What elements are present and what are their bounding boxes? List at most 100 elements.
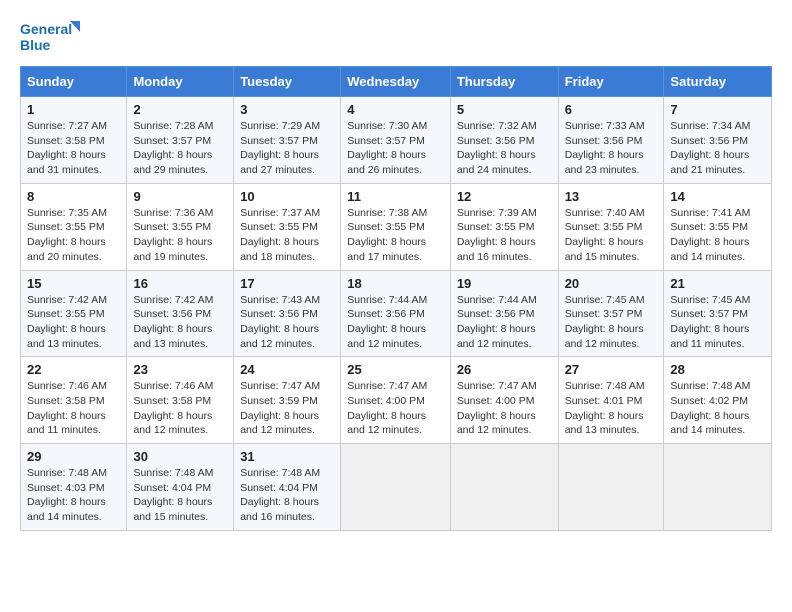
calendar-cell: 27 Sunrise: 7:48 AMSunset: 4:01 PMDayligh… bbox=[558, 357, 664, 444]
calendar-cell: 21 Sunrise: 7:45 AMSunset: 3:57 PMDayligh… bbox=[664, 270, 772, 357]
calendar-cell: 11 Sunrise: 7:38 AMSunset: 3:55 PMDayligh… bbox=[341, 183, 451, 270]
cell-content: Sunrise: 7:30 AMSunset: 3:57 PMDaylight:… bbox=[347, 119, 444, 178]
day-number: 5 bbox=[457, 102, 552, 117]
day-of-week-header: Tuesday bbox=[234, 67, 341, 97]
page-header: General Blue bbox=[20, 16, 772, 60]
cell-content: Sunrise: 7:46 AMSunset: 3:58 PMDaylight:… bbox=[27, 379, 120, 438]
cell-content: Sunrise: 7:42 AMSunset: 3:55 PMDaylight:… bbox=[27, 293, 120, 352]
day-number: 14 bbox=[670, 189, 765, 204]
day-number: 15 bbox=[27, 276, 120, 291]
calendar-cell: 23 Sunrise: 7:46 AMSunset: 3:58 PMDayligh… bbox=[127, 357, 234, 444]
cell-content: Sunrise: 7:29 AMSunset: 3:57 PMDaylight:… bbox=[240, 119, 334, 178]
calendar-cell: 8 Sunrise: 7:35 AMSunset: 3:55 PMDaylight… bbox=[21, 183, 127, 270]
cell-content: Sunrise: 7:47 AMSunset: 3:59 PMDaylight:… bbox=[240, 379, 334, 438]
cell-content: Sunrise: 7:48 AMSunset: 4:02 PMDaylight:… bbox=[670, 379, 765, 438]
calendar-week-row: 29Sunrise: 7:48 AMSunset: 4:03 PMDayligh… bbox=[21, 444, 772, 531]
day-number: 13 bbox=[565, 189, 658, 204]
cell-content: Sunrise: 7:33 AMSunset: 3:56 PMDaylight:… bbox=[565, 119, 658, 178]
calendar-cell: 12 Sunrise: 7:39 AMSunset: 3:55 PMDayligh… bbox=[450, 183, 558, 270]
cell-content: Sunrise: 7:37 AMSunset: 3:55 PMDaylight:… bbox=[240, 206, 334, 265]
calendar-cell: 6 Sunrise: 7:33 AMSunset: 3:56 PMDaylight… bbox=[558, 97, 664, 184]
day-of-week-header: Friday bbox=[558, 67, 664, 97]
cell-content: Sunrise: 7:28 AMSunset: 3:57 PMDaylight:… bbox=[133, 119, 227, 178]
calendar-cell: 19 Sunrise: 7:44 AMSunset: 3:56 PMDayligh… bbox=[450, 270, 558, 357]
day-number: 8 bbox=[27, 189, 120, 204]
day-number: 9 bbox=[133, 189, 227, 204]
calendar-cell bbox=[341, 444, 451, 531]
calendar-cell: 29Sunrise: 7:48 AMSunset: 4:03 PMDayligh… bbox=[21, 444, 127, 531]
day-of-week-header: Wednesday bbox=[341, 67, 451, 97]
day-number: 17 bbox=[240, 276, 334, 291]
calendar-cell: 7Sunrise: 7:34 AMSunset: 3:56 PMDaylight… bbox=[664, 97, 772, 184]
day-of-week-header: Monday bbox=[127, 67, 234, 97]
day-number: 22 bbox=[27, 362, 120, 377]
day-number: 11 bbox=[347, 189, 444, 204]
calendar-cell: 3 Sunrise: 7:29 AMSunset: 3:57 PMDaylight… bbox=[234, 97, 341, 184]
calendar-cell: 28 Sunrise: 7:48 AMSunset: 4:02 PMDayligh… bbox=[664, 357, 772, 444]
calendar-week-row: 22 Sunrise: 7:46 AMSunset: 3:58 PMDayligh… bbox=[21, 357, 772, 444]
cell-content: Sunrise: 7:48 AMSunset: 4:03 PMDaylight:… bbox=[27, 466, 120, 525]
cell-content: Sunrise: 7:39 AMSunset: 3:55 PMDaylight:… bbox=[457, 206, 552, 265]
day-number: 18 bbox=[347, 276, 444, 291]
cell-content: Sunrise: 7:47 AMSunset: 4:00 PMDaylight:… bbox=[457, 379, 552, 438]
calendar-week-row: 8 Sunrise: 7:35 AMSunset: 3:55 PMDaylight… bbox=[21, 183, 772, 270]
svg-text:General: General bbox=[20, 21, 72, 37]
calendar-cell: 1Sunrise: 7:27 AMSunset: 3:58 PMDaylight… bbox=[21, 97, 127, 184]
day-number: 23 bbox=[133, 362, 227, 377]
day-number: 20 bbox=[565, 276, 658, 291]
logo: General Blue bbox=[20, 16, 80, 60]
calendar-cell: 26 Sunrise: 7:47 AMSunset: 4:00 PMDayligh… bbox=[450, 357, 558, 444]
calendar-cell bbox=[664, 444, 772, 531]
cell-content: Sunrise: 7:35 AMSunset: 3:55 PMDaylight:… bbox=[27, 206, 120, 265]
cell-content: Sunrise: 7:45 AMSunset: 3:57 PMDaylight:… bbox=[670, 293, 765, 352]
calendar-table: SundayMondayTuesdayWednesdayThursdayFrid… bbox=[20, 66, 772, 531]
day-number: 2 bbox=[133, 102, 227, 117]
cell-content: Sunrise: 7:47 AMSunset: 4:00 PMDaylight:… bbox=[347, 379, 444, 438]
calendar-cell: 30 Sunrise: 7:48 AMSunset: 4:04 PMDayligh… bbox=[127, 444, 234, 531]
calendar-cell: 31Sunrise: 7:48 AMSunset: 4:04 PMDayligh… bbox=[234, 444, 341, 531]
day-number: 3 bbox=[240, 102, 334, 117]
day-number: 10 bbox=[240, 189, 334, 204]
cell-content: Sunrise: 7:36 AMSunset: 3:55 PMDaylight:… bbox=[133, 206, 227, 265]
logo-svg: General Blue bbox=[20, 16, 80, 60]
day-number: 6 bbox=[565, 102, 658, 117]
calendar-cell: 10 Sunrise: 7:37 AMSunset: 3:55 PMDayligh… bbox=[234, 183, 341, 270]
day-number: 25 bbox=[347, 362, 444, 377]
day-number: 12 bbox=[457, 189, 552, 204]
day-number: 27 bbox=[565, 362, 658, 377]
cell-content: Sunrise: 7:40 AMSunset: 3:55 PMDaylight:… bbox=[565, 206, 658, 265]
calendar-cell bbox=[450, 444, 558, 531]
calendar-cell: 9 Sunrise: 7:36 AMSunset: 3:55 PMDaylight… bbox=[127, 183, 234, 270]
cell-content: Sunrise: 7:41 AMSunset: 3:55 PMDaylight:… bbox=[670, 206, 765, 265]
cell-content: Sunrise: 7:48 AMSunset: 4:01 PMDaylight:… bbox=[565, 379, 658, 438]
cell-content: Sunrise: 7:48 AMSunset: 4:04 PMDaylight:… bbox=[240, 466, 334, 525]
calendar-cell: 5 Sunrise: 7:32 AMSunset: 3:56 PMDaylight… bbox=[450, 97, 558, 184]
day-number: 4 bbox=[347, 102, 444, 117]
cell-content: Sunrise: 7:44 AMSunset: 3:56 PMDaylight:… bbox=[347, 293, 444, 352]
calendar-cell: 16Sunrise: 7:42 AMSunset: 3:56 PMDayligh… bbox=[127, 270, 234, 357]
day-number: 1 bbox=[27, 102, 120, 117]
day-number: 19 bbox=[457, 276, 552, 291]
day-of-week-header: Sunday bbox=[21, 67, 127, 97]
day-number: 21 bbox=[670, 276, 765, 291]
calendar-week-row: 15 Sunrise: 7:42 AMSunset: 3:55 PMDayligh… bbox=[21, 270, 772, 357]
cell-content: Sunrise: 7:46 AMSunset: 3:58 PMDaylight:… bbox=[133, 379, 227, 438]
cell-content: Sunrise: 7:34 AMSunset: 3:56 PMDaylight:… bbox=[670, 119, 765, 178]
calendar-cell: 14 Sunrise: 7:41 AMSunset: 3:55 PMDayligh… bbox=[664, 183, 772, 270]
calendar-cell: 18 Sunrise: 7:44 AMSunset: 3:56 PMDayligh… bbox=[341, 270, 451, 357]
cell-content: Sunrise: 7:38 AMSunset: 3:55 PMDaylight:… bbox=[347, 206, 444, 265]
cell-content: Sunrise: 7:44 AMSunset: 3:56 PMDaylight:… bbox=[457, 293, 552, 352]
cell-content: Sunrise: 7:48 AMSunset: 4:04 PMDaylight:… bbox=[133, 466, 227, 525]
svg-text:Blue: Blue bbox=[20, 37, 51, 53]
day-of-week-header: Thursday bbox=[450, 67, 558, 97]
calendar-cell: 15 Sunrise: 7:42 AMSunset: 3:55 PMDayligh… bbox=[21, 270, 127, 357]
day-number: 30 bbox=[133, 449, 227, 464]
day-number: 16 bbox=[133, 276, 227, 291]
cell-content: Sunrise: 7:32 AMSunset: 3:56 PMDaylight:… bbox=[457, 119, 552, 178]
calendar-cell: 17Sunrise: 7:43 AMSunset: 3:56 PMDayligh… bbox=[234, 270, 341, 357]
day-number: 28 bbox=[670, 362, 765, 377]
calendar-header-row: SundayMondayTuesdayWednesdayThursdayFrid… bbox=[21, 67, 772, 97]
calendar-cell: 22 Sunrise: 7:46 AMSunset: 3:58 PMDayligh… bbox=[21, 357, 127, 444]
day-number: 26 bbox=[457, 362, 552, 377]
calendar-cell: 13 Sunrise: 7:40 AMSunset: 3:55 PMDayligh… bbox=[558, 183, 664, 270]
